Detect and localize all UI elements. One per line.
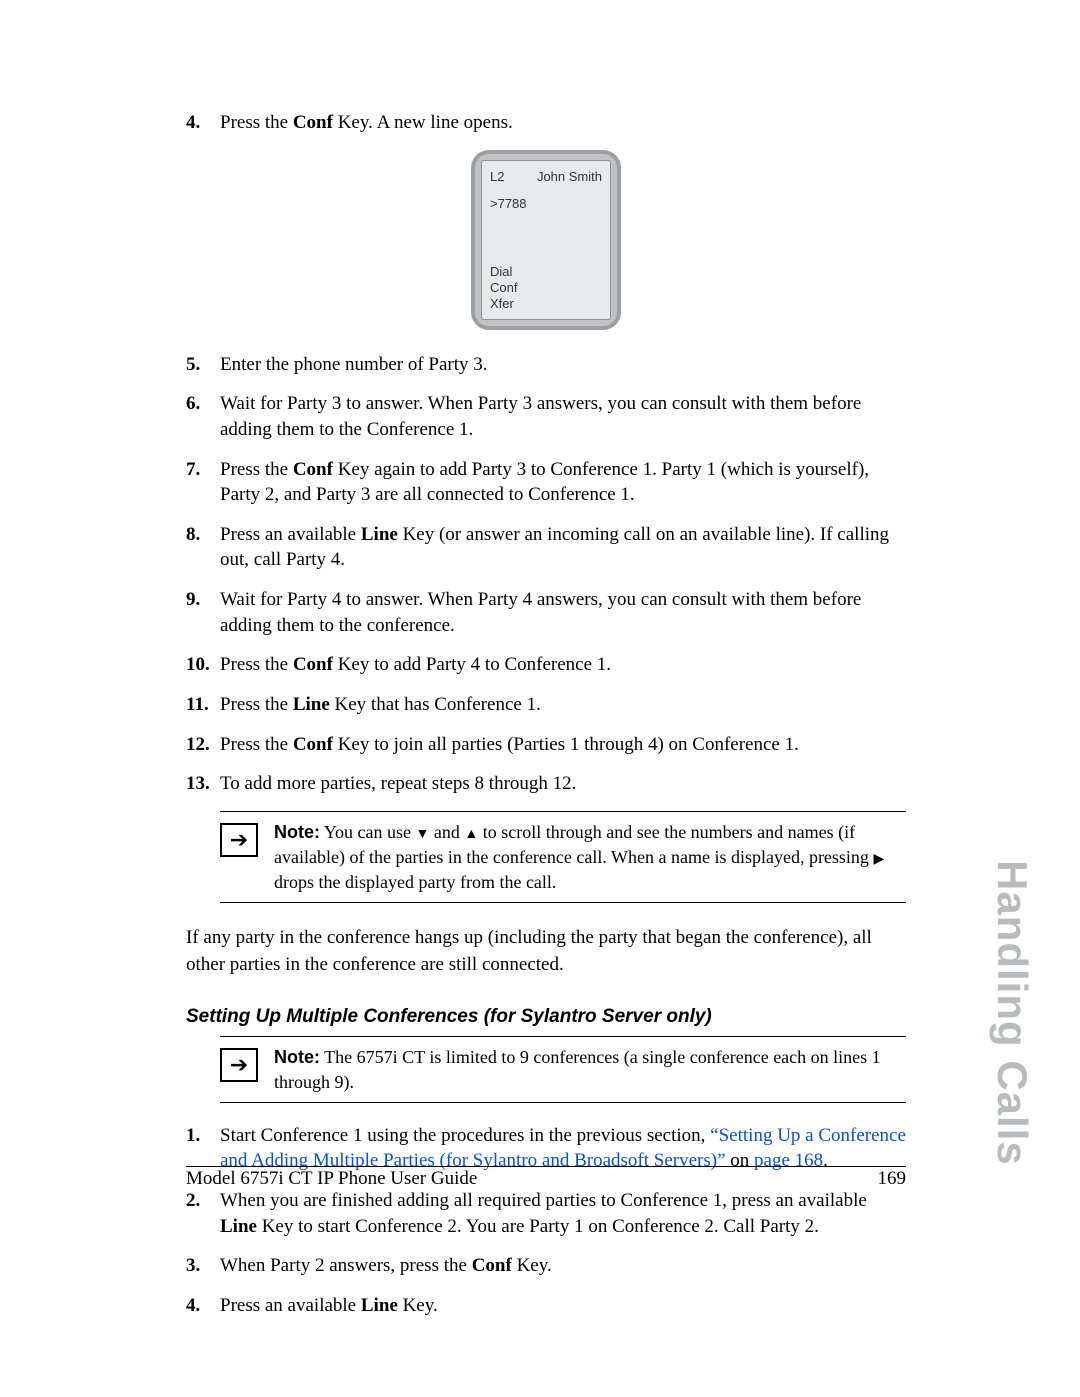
step-number: 3. <box>186 1253 200 1279</box>
list-item: 2. When you are finished adding all requi… <box>186 1188 906 1239</box>
step-text: Start Conference 1 using the procedures … <box>220 1125 906 1172</box>
screen-caller: John Smith <box>537 169 602 184</box>
paragraph-after-note: If any party in the conference hangs up … <box>186 925 906 978</box>
step-number: 8. <box>186 522 200 548</box>
step-4: 4. Press the Conf Key. A new line opens. <box>186 110 906 136</box>
footer-title: Model 6757i CT IP Phone User Guide <box>186 1168 477 1190</box>
step-number: 5. <box>186 352 200 378</box>
list-item: 3. When Party 2 answers, press the Conf K… <box>186 1253 906 1279</box>
subheading: Setting Up Multiple Conferences (for Syl… <box>186 1006 906 1028</box>
step-text: Press the Conf Key again to add Party 3 … <box>220 459 869 506</box>
steps-b: 5. Enter the phone number of Party 3. 6. Wa… <box>186 352 906 797</box>
softkey-xfer: Xfer <box>490 296 602 312</box>
right-triangle-icon: ▶ <box>873 852 884 867</box>
phone-illustration: L2 John Smith >7788 Dial Conf Xfer <box>186 150 906 330</box>
step-text: When you are finished adding all require… <box>220 1190 867 1237</box>
step-number: 4. <box>186 110 200 136</box>
down-triangle-icon: ▼ <box>416 827 430 842</box>
step-number: 4. <box>186 1293 200 1319</box>
note1-bottom-rule <box>220 902 906 903</box>
content-area: 4. Press the Conf Key. A new line opens.… <box>186 110 906 1333</box>
step-number: 12. <box>186 732 210 758</box>
list-item: 4. Press an available Line Key. <box>186 1293 906 1319</box>
step-number: 11. <box>186 692 209 718</box>
step-text: Press the Conf Key. A new line opens. <box>220 112 513 133</box>
softkey-conf: Conf <box>490 280 602 296</box>
step-text: When Party 2 answers, press the Conf Key… <box>220 1255 552 1276</box>
up-triangle-icon: ▲ <box>464 827 478 842</box>
list-item: 10. Press the Conf Key to add Party 4 to … <box>186 652 906 678</box>
list-item: 11. Press the Line Key that has Conferenc… <box>186 692 906 718</box>
step-number: 10. <box>186 652 210 678</box>
screen-line: L2 <box>490 169 504 184</box>
steps-c: 1. Start Conference 1 using the procedure… <box>186 1123 906 1319</box>
list-item: 7. Press the Conf Key again to add Party … <box>186 457 906 508</box>
step-number: 2. <box>186 1188 200 1214</box>
step-text: Press an available Line Key. <box>220 1295 438 1316</box>
section-tab: Handling Calls <box>988 860 1036 1166</box>
phone-bezel: L2 John Smith >7788 Dial Conf Xfer <box>471 150 621 330</box>
step-text: To add more parties, repeat steps 8 thro… <box>220 773 576 794</box>
softkey-dial: Dial <box>490 264 602 280</box>
step-text: Enter the phone number of Party 3. <box>220 354 488 375</box>
list-item: 8. Press an available Line Key (or answer… <box>186 522 906 573</box>
screen-top-row: L2 John Smith <box>490 169 602 184</box>
note-1-text: Note: You can use ▼ and ▲ to scroll thro… <box>274 820 906 894</box>
note2-bottom-rule <box>220 1102 906 1103</box>
note-2: ➔ Note: The 6757i CT is limited to 9 con… <box>220 1037 906 1102</box>
arrow-right-icon: ➔ <box>220 823 258 857</box>
page: 4. Press the Conf Key. A new line opens.… <box>0 0 1080 1397</box>
step-number: 13. <box>186 771 210 797</box>
list-item: 13. To add more parties, repeat steps 8 t… <box>186 771 906 797</box>
step-text: Press the Line Key that has Conference 1… <box>220 694 541 715</box>
step-number: 6. <box>186 391 200 417</box>
steps-a: 4. Press the Conf Key. A new line opens. <box>186 110 906 136</box>
step-number: 9. <box>186 587 200 613</box>
page-footer: Model 6757i CT IP Phone User Guide 169 <box>186 1168 906 1190</box>
step-text: Press the Conf Key to join all parties (… <box>220 734 799 755</box>
step-text: Wait for Party 4 to answer. When Party 4… <box>220 589 861 636</box>
step-text: Press an available Line Key (or answer a… <box>220 524 889 571</box>
step-text: Press the Conf Key to add Party 4 to Con… <box>220 654 611 675</box>
step-text: Wait for Party 3 to answer. When Party 3… <box>220 393 861 440</box>
footer-rule <box>186 1166 906 1167</box>
arrow-right-icon: ➔ <box>220 1048 258 1082</box>
phone-screen: L2 John Smith >7788 Dial Conf Xfer <box>481 160 611 320</box>
screen-dialed: >7788 <box>490 196 602 211</box>
step-number: 7. <box>186 457 200 483</box>
list-item: 9. Wait for Party 4 to answer. When Party… <box>186 587 906 638</box>
list-item: 6. Wait for Party 3 to answer. When Party… <box>186 391 906 442</box>
step-number: 1. <box>186 1123 200 1149</box>
note-1: ➔ Note: You can use ▼ and ▲ to scroll th… <box>220 812 906 902</box>
list-item: 5. Enter the phone number of Party 3. <box>186 352 906 378</box>
list-item: 12. Press the Conf Key to join all partie… <box>186 732 906 758</box>
page-number: 169 <box>878 1168 907 1190</box>
screen-softkeys: Dial Conf Xfer <box>490 264 602 313</box>
note-2-text: Note: The 6757i CT is limited to 9 confe… <box>274 1045 906 1094</box>
